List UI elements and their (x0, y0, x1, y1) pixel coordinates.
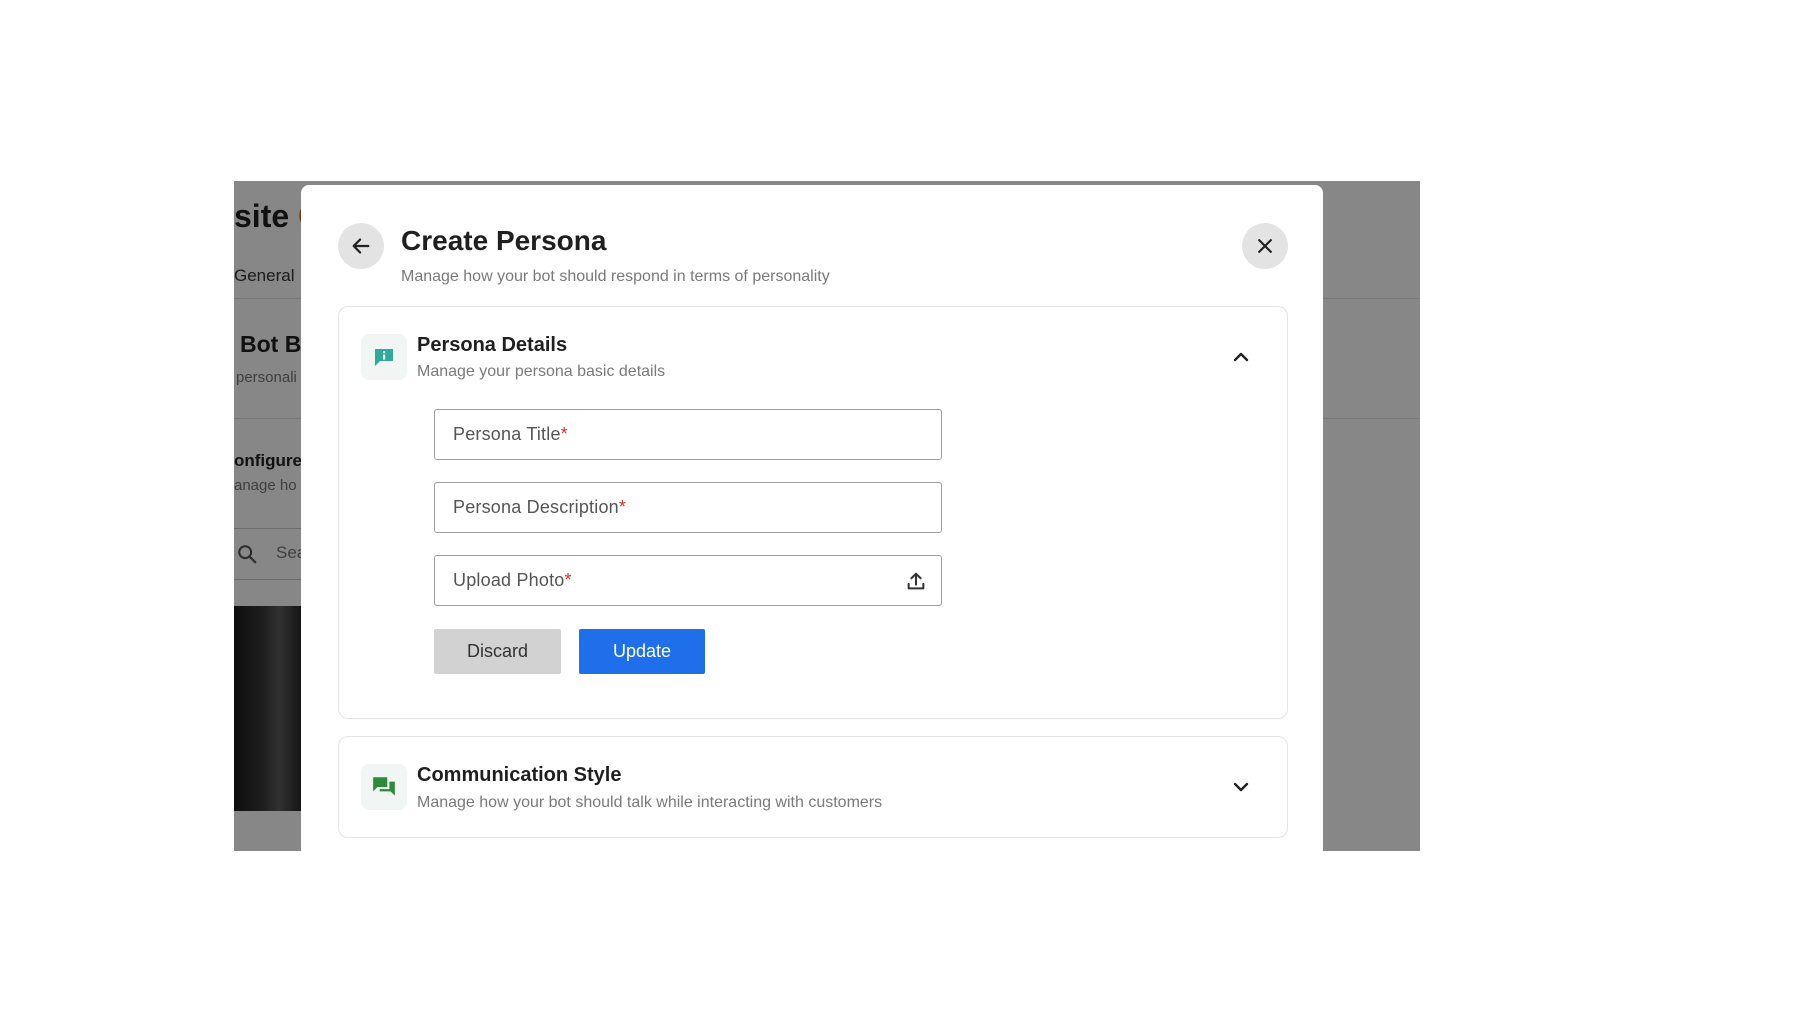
upload-photo-field[interactable]: Upload Photo* (434, 555, 942, 606)
upload-photo-label: Upload Photo* (453, 570, 572, 590)
communication-style-title: Communication Style (417, 764, 622, 786)
communication-style-subtitle: Manage how your bot should talk while in… (417, 794, 883, 811)
discard-button[interactable]: Discard (434, 629, 561, 674)
persona-description-label: Persona Description* (453, 497, 627, 517)
chevron-down-icon[interactable] (1229, 775, 1253, 799)
communication-style-section[interactable]: Communication Style Manage how your bot … (338, 736, 1288, 838)
persona-details-title: Persona Details (417, 334, 568, 356)
update-button[interactable]: Update (579, 629, 705, 674)
persona-details-subtitle: Manage your persona basic details (417, 363, 666, 380)
info-chat-icon (375, 349, 393, 366)
modal-title: Create Persona (401, 225, 607, 256)
close-button[interactable] (1242, 223, 1288, 269)
communication-style-icon-tile (361, 764, 407, 810)
close-icon (1258, 239, 1272, 253)
back-button[interactable] (338, 223, 384, 269)
create-persona-modal: Create Persona Manage how your bot shoul… (301, 185, 1323, 851)
persona-title-field[interactable]: Persona Title* (434, 409, 942, 460)
chat-bubbles-icon (373, 777, 395, 796)
persona-details-section: Persona Details Manage your persona basi… (338, 306, 1288, 719)
persona-description-field[interactable]: Persona Description* (434, 482, 942, 533)
modal-subtitle: Manage how your bot should respond in te… (401, 268, 830, 285)
arrow-left-icon (352, 238, 370, 254)
persona-details-icon-tile (361, 334, 407, 380)
persona-title-label: Persona Title* (453, 424, 568, 444)
chevron-up-icon[interactable] (1229, 345, 1253, 369)
upload-icon[interactable] (905, 570, 927, 592)
